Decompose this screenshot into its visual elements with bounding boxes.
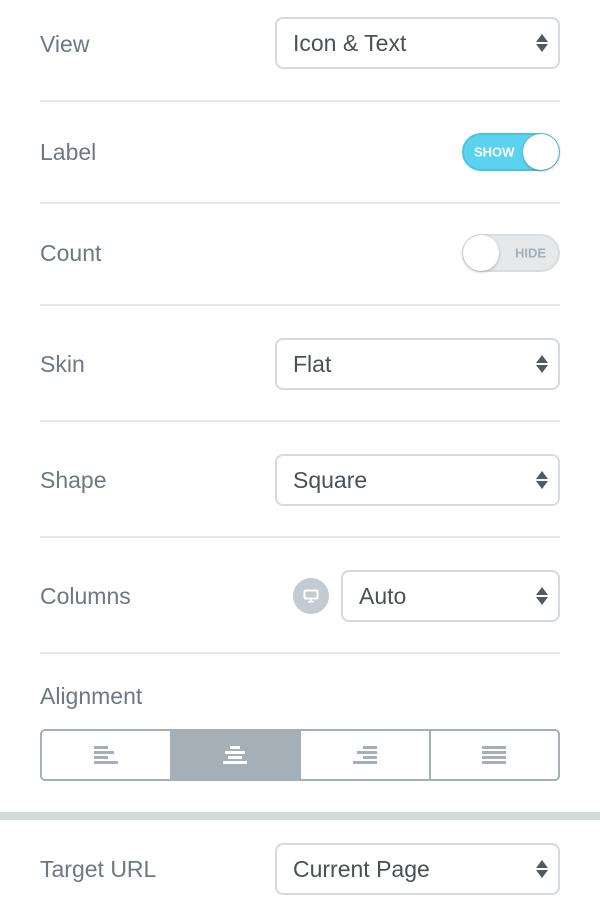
divider [40, 420, 560, 422]
alignment-button-group [40, 729, 560, 781]
select-arrows-icon [536, 34, 548, 52]
target-url-select[interactable]: Current Page [275, 843, 560, 895]
count-toggle-text: HIDE [514, 245, 546, 261]
shape-select[interactable]: Square [275, 454, 560, 506]
alignment-label: Alignment [40, 682, 143, 709]
alignment-row: Alignment [40, 676, 560, 716]
divider [40, 202, 560, 204]
columns-label: Columns [40, 582, 131, 609]
select-arrows-icon [536, 355, 548, 373]
divider [40, 100, 560, 102]
section-separator [0, 812, 600, 820]
view-select[interactable]: Icon & Text [275, 17, 560, 69]
select-arrows-icon [536, 860, 548, 878]
align-left-icon [93, 746, 118, 764]
target-url-label: Target URL [40, 855, 157, 882]
columns-select-value: Auto [359, 582, 407, 609]
select-arrows-icon [536, 471, 548, 489]
align-right-button[interactable] [301, 731, 431, 779]
divider [40, 652, 560, 654]
desktop-glyph [303, 589, 319, 603]
align-right-icon [352, 746, 377, 764]
toggle-knob [523, 134, 559, 170]
count-toggle[interactable]: HIDE [462, 234, 560, 272]
skin-select-value: Flat [293, 350, 332, 377]
shape-select-value: Square [293, 466, 368, 493]
shape-label: Shape [40, 466, 107, 493]
view-label: View [40, 30, 90, 57]
toggle-knob [463, 235, 499, 271]
columns-select[interactable]: Auto [341, 570, 560, 622]
view-select-value: Icon & Text [293, 29, 407, 56]
align-justify-button[interactable] [430, 731, 558, 779]
align-center-button[interactable] [171, 731, 301, 779]
skin-select[interactable]: Flat [275, 338, 560, 390]
align-left-button[interactable] [42, 731, 172, 779]
desktop-icon[interactable] [293, 578, 329, 614]
label-toggle[interactable]: SHOW [462, 133, 560, 171]
select-arrows-icon [536, 587, 548, 605]
align-justify-icon [482, 746, 507, 764]
divider [40, 536, 560, 538]
label-toggle-text: SHOW [474, 144, 515, 160]
label-label: Label [40, 138, 97, 165]
divider [40, 304, 560, 306]
count-label: Count [40, 239, 102, 266]
target-url-select-value: Current Page [293, 855, 430, 882]
align-center-icon [223, 746, 248, 764]
skin-label: Skin [40, 350, 85, 377]
